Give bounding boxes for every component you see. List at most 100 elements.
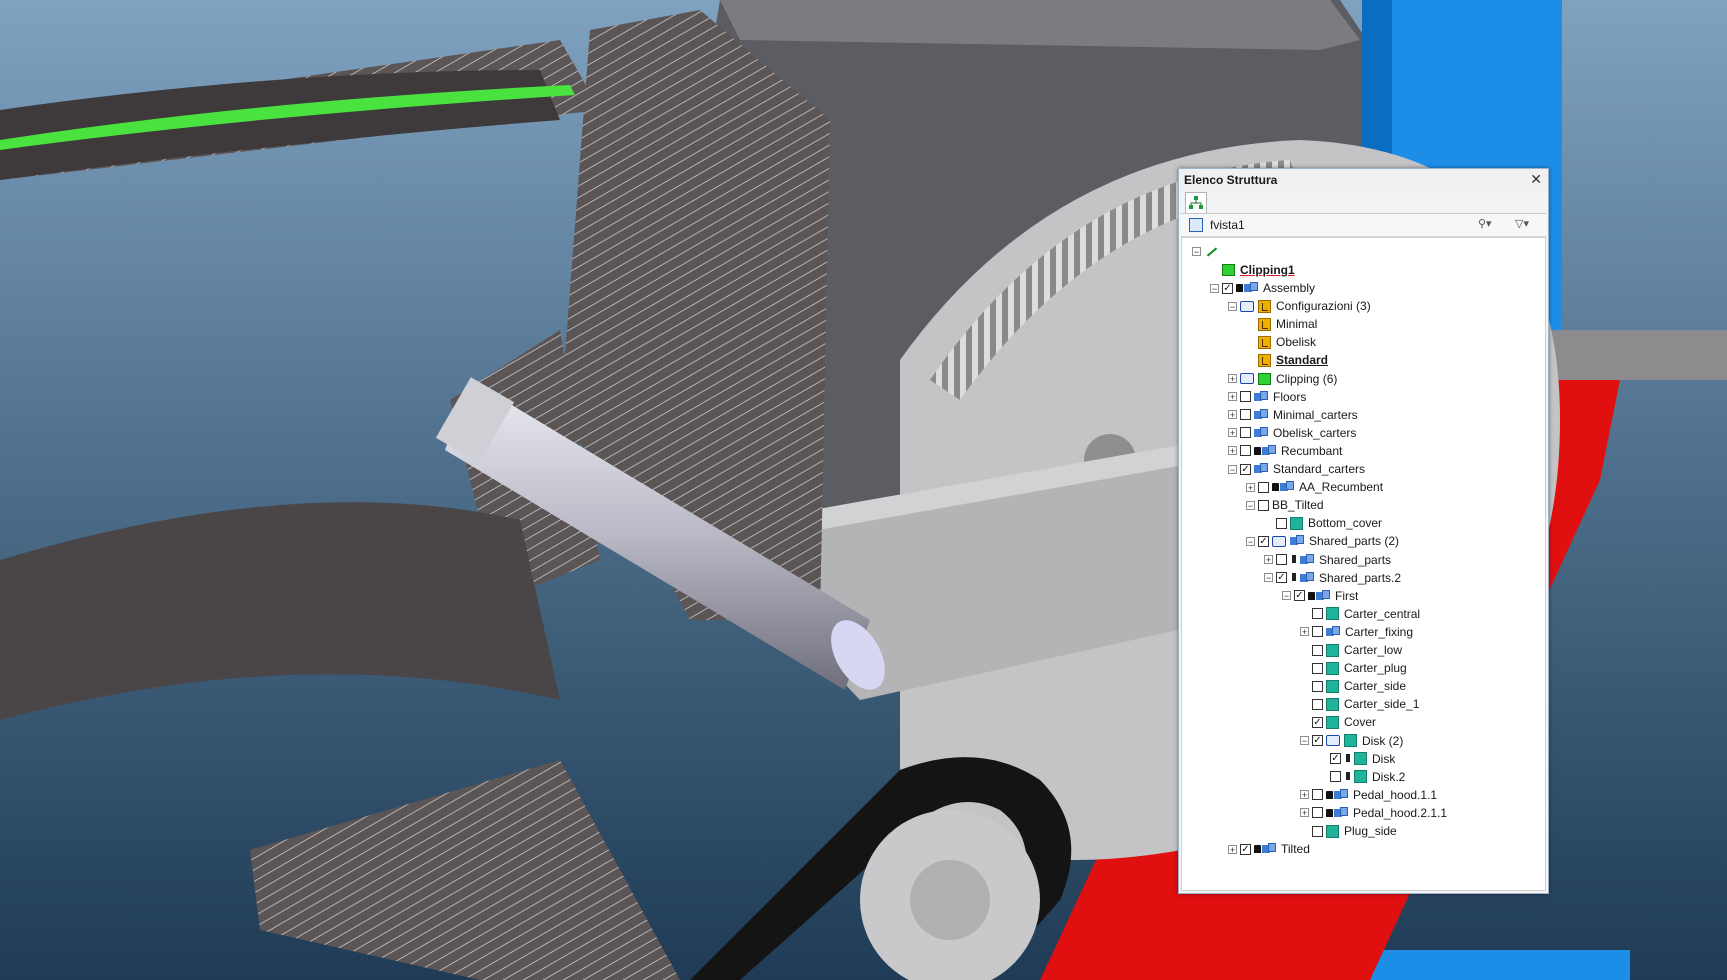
lock-icon bbox=[1326, 808, 1333, 817]
blue-base-plate bbox=[1540, 330, 1727, 380]
close-icon[interactable]: ✕ bbox=[1530, 171, 1542, 188]
visibility-checkbox[interactable] bbox=[1240, 409, 1251, 421]
visibility-checkbox[interactable] bbox=[1312, 807, 1323, 819]
expand-icon[interactable]: + bbox=[1300, 790, 1309, 800]
visibility-checkbox[interactable] bbox=[1312, 680, 1323, 692]
expand-icon[interactable]: + bbox=[1228, 374, 1237, 384]
tree-item[interactable]: − ✓ Disk (2) bbox=[1300, 731, 1403, 749]
filter-icon[interactable]: ▽▾ bbox=[1515, 217, 1529, 233]
tree-item[interactable]: − ✓ Shared_parts.2 bbox=[1264, 568, 1401, 586]
tree-item[interactable]: Plug_side bbox=[1300, 821, 1397, 839]
collapse-icon[interactable]: − bbox=[1264, 573, 1273, 583]
tree-item[interactable]: Minimal bbox=[1246, 314, 1317, 332]
tree-item[interactable]: Bottom_cover bbox=[1264, 514, 1382, 532]
tree-item[interactable]: + Clipping (6) bbox=[1228, 369, 1337, 387]
visibility-checkbox[interactable]: ✓ bbox=[1258, 535, 1269, 547]
collapse-icon[interactable]: − bbox=[1300, 736, 1309, 746]
tree-item[interactable]: + Carter_fixing bbox=[1300, 622, 1413, 640]
visibility-checkbox[interactable] bbox=[1312, 698, 1323, 710]
visibility-checkbox[interactable] bbox=[1276, 517, 1287, 529]
tree-item-label: Disk.2 bbox=[1372, 769, 1406, 784]
tab-structure-tree[interactable] bbox=[1185, 192, 1207, 213]
expand-icon[interactable]: + bbox=[1246, 482, 1255, 492]
expand-icon[interactable]: + bbox=[1264, 555, 1273, 565]
tree-item[interactable]: − ✓ First bbox=[1282, 586, 1358, 604]
visibility-checkbox[interactable] bbox=[1312, 626, 1323, 638]
tree-connector bbox=[1318, 772, 1327, 781]
visibility-checkbox[interactable] bbox=[1258, 481, 1269, 493]
visibility-checkbox[interactable] bbox=[1312, 608, 1323, 620]
expand-icon[interactable]: + bbox=[1300, 808, 1309, 818]
folder-icon bbox=[1272, 535, 1286, 547]
sketch-line-icon bbox=[1204, 246, 1218, 258]
tree-item[interactable]: ✓ Cover bbox=[1300, 713, 1376, 731]
tree-item[interactable]: + Pedal_hood.1.1 bbox=[1300, 785, 1437, 803]
visibility-checkbox[interactable] bbox=[1258, 499, 1269, 511]
visibility-checkbox[interactable]: ✓ bbox=[1294, 590, 1305, 602]
visibility-checkbox[interactable] bbox=[1312, 644, 1323, 656]
tree-item[interactable]: + Shared_parts bbox=[1264, 550, 1391, 568]
tree-item[interactable]: + Minimal_carters bbox=[1228, 405, 1358, 423]
visibility-checkbox[interactable]: ✓ bbox=[1312, 716, 1323, 728]
tree-item-label: Carter_plug bbox=[1344, 661, 1407, 676]
collapse-icon[interactable]: − bbox=[1246, 536, 1255, 546]
tree-item[interactable]: ✓ Disk bbox=[1318, 749, 1395, 767]
view-name[interactable]: fvista1 bbox=[1210, 218, 1245, 232]
tree-item[interactable]: Standard bbox=[1246, 351, 1328, 369]
visibility-checkbox[interactable] bbox=[1276, 554, 1287, 566]
tree-item[interactable]: + ✓ Tilted bbox=[1228, 839, 1310, 857]
collapse-icon[interactable]: − bbox=[1246, 500, 1255, 510]
expand-icon[interactable]: + bbox=[1228, 410, 1237, 420]
visibility-checkbox[interactable]: ✓ bbox=[1330, 753, 1341, 765]
expand-icon[interactable]: + bbox=[1228, 446, 1237, 456]
tree-item[interactable]: − ✓ Standard_carters bbox=[1228, 459, 1365, 477]
tree-item[interactable]: + Recumbant bbox=[1228, 441, 1342, 459]
binoculars-icon[interactable]: ⚲▾ bbox=[1478, 217, 1492, 233]
tree-item[interactable]: + Pedal_hood.2.1.1 bbox=[1300, 803, 1447, 821]
visibility-checkbox[interactable] bbox=[1240, 427, 1251, 439]
tree-item-label: Carter_low bbox=[1344, 643, 1403, 658]
visibility-checkbox[interactable] bbox=[1312, 662, 1323, 674]
visibility-checkbox[interactable] bbox=[1330, 771, 1341, 783]
visibility-checkbox[interactable]: ✓ bbox=[1240, 843, 1251, 855]
assembly-icon bbox=[1334, 788, 1349, 802]
expand-icon[interactable]: + bbox=[1228, 428, 1237, 438]
collapse-icon[interactable]: − bbox=[1228, 301, 1237, 311]
visibility-checkbox[interactable]: ✓ bbox=[1276, 572, 1287, 584]
structure-tree[interactable]: − Clipping1− ✓ Assembly − Configurazioni (3) M… bbox=[1181, 237, 1546, 891]
assembly-icon bbox=[1326, 625, 1341, 639]
tree-item[interactable]: − Configurazioni (3) bbox=[1228, 296, 1371, 314]
visibility-checkbox[interactable]: ✓ bbox=[1240, 463, 1251, 475]
expand-icon[interactable]: + bbox=[1300, 627, 1309, 637]
tree-item[interactable]: Carter_low bbox=[1300, 640, 1402, 658]
visibility-checkbox[interactable]: ✓ bbox=[1222, 282, 1233, 294]
tree-item[interactable]: Carter_side_1 bbox=[1300, 695, 1419, 713]
tree-item[interactable]: − ✓ Shared_parts (2) bbox=[1246, 532, 1399, 550]
tree-item[interactable]: + Floors bbox=[1228, 387, 1306, 405]
collapse-icon[interactable]: − bbox=[1228, 464, 1237, 474]
tree-item[interactable]: + AA_Recumbent bbox=[1246, 477, 1383, 495]
collapse-icon[interactable]: − bbox=[1210, 283, 1219, 293]
expand-icon[interactable]: + bbox=[1228, 844, 1237, 854]
tree-item[interactable]: Obelisk bbox=[1246, 333, 1316, 351]
tree-item[interactable]: − ✓ Assembly bbox=[1210, 278, 1315, 296]
visibility-checkbox[interactable]: ✓ bbox=[1312, 735, 1323, 747]
tree-item[interactable]: + Obelisk_carters bbox=[1228, 423, 1356, 441]
visibility-checkbox[interactable] bbox=[1312, 789, 1323, 801]
tree-item[interactable]: − bbox=[1192, 242, 1222, 260]
tree-item[interactable]: Disk.2 bbox=[1318, 767, 1405, 785]
panel-titlebar[interactable]: Elenco Struttura ✕ bbox=[1179, 169, 1548, 191]
collapse-icon[interactable]: − bbox=[1282, 591, 1291, 601]
visibility-checkbox[interactable] bbox=[1312, 825, 1323, 837]
tree-item[interactable]: Carter_side bbox=[1300, 676, 1406, 694]
tree-connector bbox=[1300, 646, 1309, 655]
tree-item[interactable]: − BB_Tilted bbox=[1246, 495, 1324, 513]
collapse-icon[interactable]: − bbox=[1192, 247, 1201, 257]
tree-item[interactable]: Carter_central bbox=[1300, 604, 1420, 622]
tree-item-label: AA_Recumbent bbox=[1299, 480, 1384, 495]
visibility-checkbox[interactable] bbox=[1240, 445, 1251, 457]
expand-icon[interactable]: + bbox=[1228, 392, 1237, 402]
visibility-checkbox[interactable] bbox=[1240, 391, 1251, 403]
tree-item[interactable]: Clipping1 bbox=[1210, 260, 1295, 278]
tree-item[interactable]: Carter_plug bbox=[1300, 658, 1407, 676]
